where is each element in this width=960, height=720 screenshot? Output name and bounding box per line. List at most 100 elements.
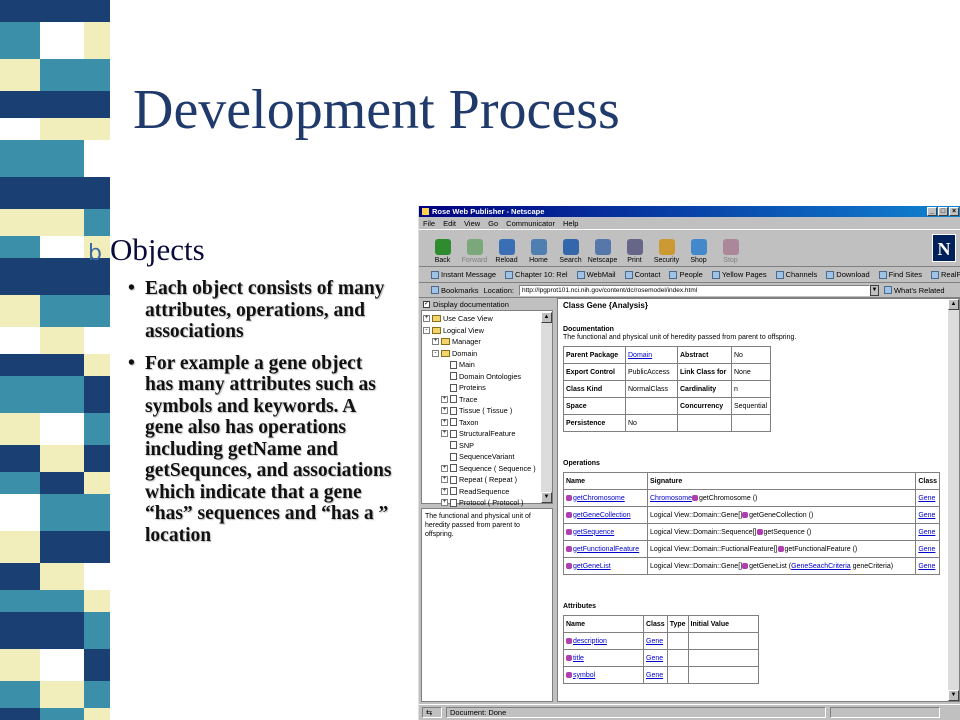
menu-item-help[interactable]: Help [563,219,578,228]
class-link[interactable]: Gene [646,655,663,662]
class-link[interactable]: Gene [918,512,935,519]
expand-icon[interactable]: + [432,338,439,345]
op-name: getSequence [563,523,648,541]
attr-name: symbol [563,666,644,684]
toolbar-security-button[interactable]: Security [651,239,682,264]
whats-related-button[interactable]: What's Related [883,286,945,295]
tree-node[interactable]: - Logical View [423,326,484,335]
class-link[interactable]: Gene [918,529,935,536]
operation-link[interactable]: getGeneCollection [573,512,631,519]
operation-link[interactable]: getSequence [573,529,614,536]
parent-package-link[interactable]: Domain [628,352,652,359]
toolbar-shop-button[interactable]: Shop [683,239,714,264]
maximize-icon[interactable]: □ [938,207,948,216]
attribute-link[interactable]: symbol [573,672,595,679]
expand-icon[interactable]: + [441,487,448,495]
personal-link[interactable]: Yellow Pages [711,270,767,279]
minimize-icon[interactable]: _ [927,207,937,216]
toolbar-search-button[interactable]: Search [555,239,586,264]
prop-value[interactable]: Domain [625,346,678,364]
menu-item-communicator[interactable]: Communicator [506,219,555,228]
tree-node[interactable]: SNP [441,441,474,450]
class-link[interactable]: Gene [646,638,663,645]
signature-type-link[interactable]: Chromosome [650,495,692,502]
main-scrollbar[interactable]: ▲ ▼ [948,299,959,701]
expand-icon[interactable]: + [441,395,448,403]
tree-node-label: Logical View [443,325,484,335]
strip-block [0,531,40,563]
tree-node[interactable]: + Repeat ( Repeat ) [441,475,517,484]
personal-link[interactable]: RealPlayer [931,270,960,279]
toolbar-reload-button[interactable]: Reload [491,239,522,264]
signature-type: Logical View::Domain::Sequence[] [650,528,757,536]
toolbar-forward-button[interactable]: Forward [459,239,490,264]
tree-scrollbar[interactable]: ▲ ▼ [541,312,552,503]
scroll-down-icon[interactable]: ▼ [541,492,552,503]
toolbar-netscape-button[interactable]: Netscape [587,239,618,264]
personal-link-label: Find Sites [888,270,923,279]
scroll-up-icon[interactable]: ▲ [948,299,959,310]
toolbar-print-button[interactable]: Print [619,239,650,264]
security-status-icon[interactable]: ⇆ [422,707,442,718]
menu-item-go[interactable]: Go [488,219,498,228]
scroll-down-icon[interactable]: ▼ [948,690,959,701]
operation-link[interactable]: getChromosome [573,495,625,502]
expand-icon[interactable]: + [441,476,448,483]
menu-item-file[interactable]: File [423,219,435,228]
personal-link[interactable]: Chapter 10: Rel [505,270,568,279]
expand-icon[interactable]: + [441,418,448,426]
signature-call: getGeneList ( [749,562,792,570]
tree-node[interactable]: Domain Ontologies [441,372,521,381]
tree-node[interactable]: + Manager [432,337,481,346]
expand-icon[interactable]: + [423,315,430,322]
tree-node[interactable]: Proteins [441,383,486,392]
menu-item-view[interactable]: View [464,219,480,228]
class-link[interactable]: Gene [918,546,935,553]
class-link[interactable]: Gene [646,672,663,679]
expand-icon[interactable]: + [441,464,448,472]
class-link[interactable]: Gene [918,495,935,502]
attribute-link[interactable]: description [573,638,607,645]
tree-node[interactable]: + Sequence ( Sequence ) [441,464,536,473]
expand-icon[interactable]: + [441,430,448,437]
toolbar-stop-button[interactable]: Stop [715,239,746,264]
url-field[interactable]: http://lpgprot101.nci.nih.gov/content/dc… [518,284,870,296]
tree-node[interactable]: + ReadSequence [441,487,509,496]
tree-node[interactable]: + Protocol ( Protocol ) [441,498,523,507]
collapse-icon[interactable]: - [423,326,430,334]
expand-icon[interactable]: + [441,499,448,506]
display-doc-checkbox[interactable]: ✓ [423,300,430,308]
class-link[interactable]: Gene [918,563,935,570]
operation-link[interactable]: getGeneList [573,563,611,570]
personal-link[interactable]: Find Sites [878,270,923,279]
tree-node[interactable]: Main [441,360,475,369]
tree-node-label: Tissue ( Tissue ) [459,406,513,415]
personal-link[interactable]: Instant Message [431,270,496,279]
tree-node[interactable]: SequenceVariant [441,452,514,461]
bookmarks-button[interactable]: Bookmarks [431,286,479,295]
personal-link[interactable]: Contact [624,270,660,279]
menu-item-edit[interactable]: Edit [443,219,456,228]
personal-link[interactable]: WebMail [576,270,616,279]
personal-link[interactable]: People [669,270,703,279]
tree-node[interactable]: + Tissue ( Tissue ) [441,406,512,415]
tree-node[interactable]: + Use Case View [423,314,493,323]
toolbar-back-button[interactable]: Back [427,239,458,264]
expand-icon[interactable]: + [441,407,448,414]
tree-node[interactable]: + Taxon [441,418,478,427]
personal-link[interactable]: Download [826,270,870,279]
op-name: getChromosome [563,489,648,507]
tree-node[interactable]: + StructuralFeature [441,429,515,438]
url-dropdown-icon[interactable]: ▼ [869,284,879,296]
toolbar-home-button[interactable]: Home [523,239,554,264]
collapse-icon[interactable]: - [432,349,439,357]
signature-param-link[interactable]: GeneSeachCriteria [791,563,851,570]
scroll-up-icon[interactable]: ▲ [541,312,552,323]
operation-link[interactable]: getFunctionalFeature [573,546,639,553]
tree-node[interactable]: + Trace [441,395,477,404]
attribute-link[interactable]: title [573,655,584,662]
prop-value: PublicAccess [625,363,678,381]
tree-node[interactable]: - Domain [432,349,477,358]
personal-link[interactable]: Channels [775,270,817,279]
close-icon[interactable]: × [949,207,959,216]
